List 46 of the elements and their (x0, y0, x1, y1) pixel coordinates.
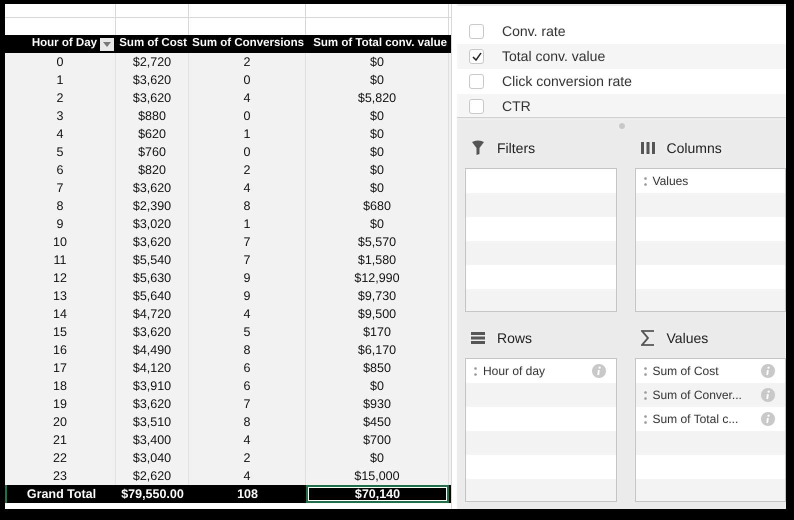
info-icon[interactable] (761, 412, 775, 426)
checkbox[interactable] (469, 99, 484, 114)
rows-icon (471, 332, 485, 344)
field-label: Sum of Conver... (652, 387, 743, 404)
columns-icon (640, 142, 654, 154)
table-cell: $15,000 (306, 467, 449, 485)
info-icon[interactable] (761, 364, 775, 378)
drag-handle-icon (474, 366, 477, 376)
caret-icon (103, 42, 111, 46)
filter-dropdown-button[interactable] (100, 38, 114, 50)
field-name: Click conversion rate (502, 72, 632, 91)
sigma-icon (640, 330, 654, 346)
column-header: Sum of Total conv. value (313, 36, 447, 52)
table-cell: $2,620 (116, 467, 189, 485)
column-header: Sum of Conversions (192, 36, 304, 52)
table-cell: 4 (189, 467, 306, 485)
field-list-item[interactable]: Total conv. value (457, 44, 786, 69)
checkmark-icon (472, 52, 482, 61)
column-header: Sum of Cost (119, 36, 187, 52)
checkbox[interactable] (469, 74, 484, 89)
field-list-item[interactable]: CTR (457, 94, 786, 117)
checkbox[interactable] (469, 24, 484, 39)
zone-title: Columns (666, 138, 722, 158)
zone-title: Filters (497, 138, 536, 158)
field-chip[interactable]: Sum of Conver... (636, 383, 785, 407)
field-name: Conv. rate (502, 22, 566, 41)
field-label: Values (652, 173, 690, 190)
field-label: Sum of Total c... (652, 411, 740, 428)
drag-handle-icon (644, 390, 646, 400)
total-cell: $70,140 (306, 485, 449, 503)
splitter-handle-icon[interactable] (618, 123, 624, 129)
field-name: Total conv. value (502, 47, 606, 66)
drag-handle-icon (644, 176, 646, 186)
field-name: CTR (502, 97, 531, 116)
drag-handle-icon (644, 366, 646, 376)
column-header: Hour of Day (32, 36, 97, 52)
field-label: Sum of Cost (652, 363, 720, 380)
table-cell: 23 (5, 467, 116, 485)
checkbox[interactable] (469, 49, 484, 64)
zone-title: Values (666, 328, 708, 348)
info-icon[interactable] (592, 364, 606, 378)
info-icon[interactable] (761, 388, 775, 402)
filter-icon (471, 140, 485, 156)
field-label: Hour of day (483, 363, 546, 380)
drag-handle-icon (644, 414, 646, 424)
zone-title: Rows (497, 328, 532, 348)
